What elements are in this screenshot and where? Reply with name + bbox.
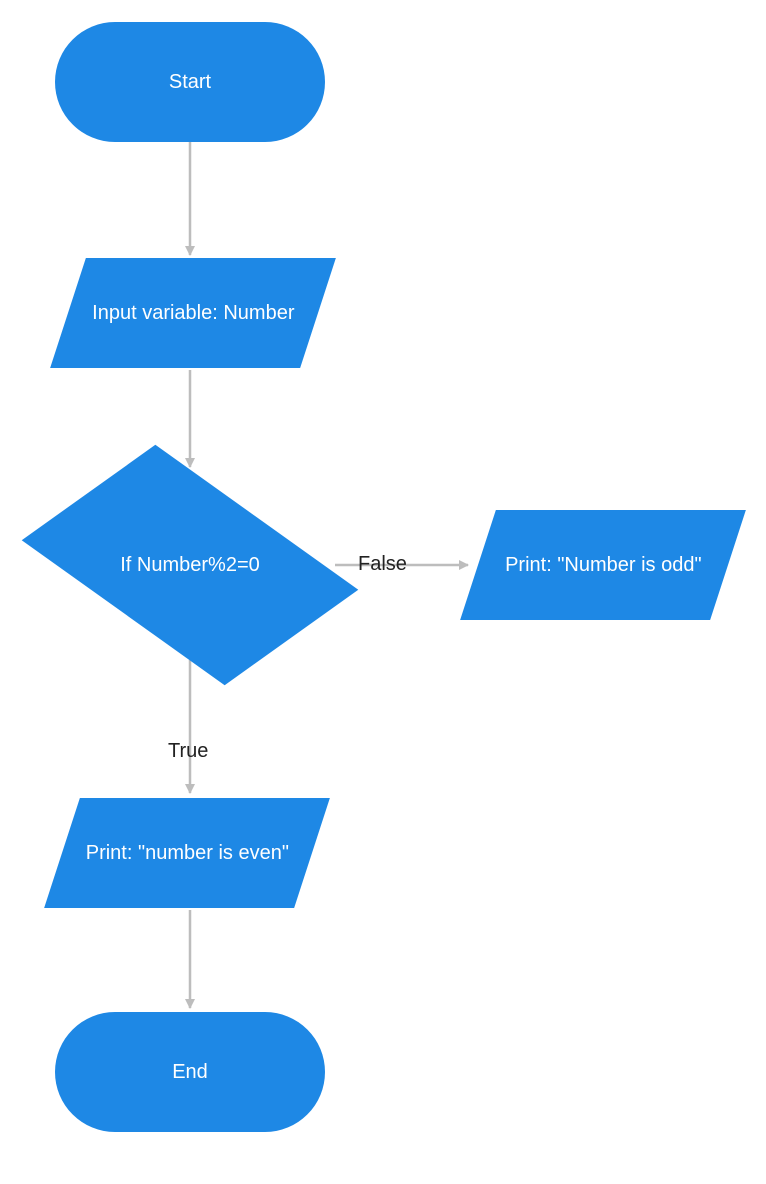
print-odd-node: Print: "Number is odd" [460, 510, 746, 620]
decision-label: If Number%2=0 [120, 553, 260, 578]
print-odd-label: Print: "Number is odd" [505, 554, 702, 576]
edge-label-true: True [168, 740, 208, 763]
start-node: Start [55, 22, 325, 142]
end-label: End [172, 1060, 208, 1085]
start-label: Start [169, 70, 211, 95]
decision-node: If Number%2=0 [45, 470, 335, 660]
edge-label-false: False [358, 553, 407, 576]
input-label: Input variable: Number [92, 302, 294, 324]
print-even-node: Print: "number is even" [44, 798, 330, 908]
input-node: Input variable: Number [50, 258, 336, 368]
flowchart-canvas: Start Input variable: Number If Number%2… [0, 0, 766, 1184]
print-even-label: Print: "number is even" [85, 842, 288, 864]
end-node: End [55, 1012, 325, 1132]
